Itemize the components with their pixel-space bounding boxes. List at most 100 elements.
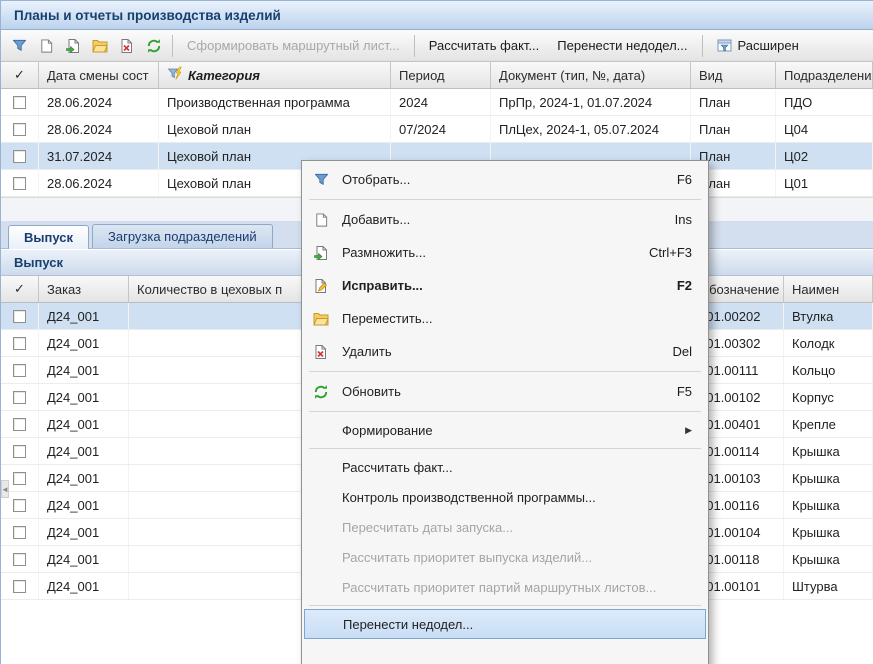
menu-separator [309,448,701,449]
table-cell: 28.06.2024 [39,89,159,115]
row-checkbox[interactable] [13,150,26,163]
tab-zagruzka-podrazdeleniy[interactable]: Загрузка подразделений [92,224,273,248]
table-cell: Д24_001 [39,411,129,437]
menu-item-label: Добавить... [338,212,410,227]
table-cell: 28.06.2024 [39,170,159,196]
filter-icon [304,172,338,187]
row-checkbox[interactable] [13,123,26,136]
extended-filter-icon [717,38,733,54]
menu-item-label: Отобрать... [338,172,410,187]
table-cell: План [691,89,776,115]
column-header-kind[interactable]: Вид [691,62,776,89]
context-menu-item[interactable]: Переместить... [304,302,706,335]
plans-table-row[interactable]: 28.06.2024Цеховой план07/2024ПлЦех, 2024… [1,116,873,143]
copy-document-icon [304,245,338,261]
open-folder-icon[interactable] [87,34,113,58]
column-header-order[interactable]: Заказ [39,276,129,303]
table-cell: Крепле [784,411,873,437]
context-menu-item[interactable]: Формирование▶ [304,415,706,445]
plans-table-header: ✓ Дата смены сост Категория Период Докум… [1,62,873,89]
menu-item-label: Обновить [338,384,401,399]
context-menu-item[interactable]: ОбновитьF5 [304,375,706,408]
toolbar-separator [172,35,173,57]
table-cell: 28.06.2024 [39,116,159,142]
menu-item-shortcut: Ctrl+F3 [649,245,692,260]
table-cell: Крышка [784,465,873,491]
table-cell: 31.07.2024 [39,143,159,169]
copy-document-icon[interactable] [60,34,86,58]
check-glyph: ✓ [14,67,25,83]
row-checkbox[interactable] [13,418,26,431]
table-cell: Производственная программа [159,89,391,115]
menu-item-shortcut: Del [672,344,692,359]
context-menu-item: Рассчитать приоритет партий маршрутных л… [304,572,706,602]
table-cell: Д24_001 [39,492,129,518]
menu-item-shortcut: F6 [677,172,692,187]
row-select-cell [1,143,39,169]
row-checkbox[interactable] [13,96,26,109]
menu-item-shortcut: F2 [677,278,692,293]
column-header-name[interactable]: Наимен [784,276,873,303]
context-menu-item[interactable]: Перенести недодел... [304,609,706,639]
menu-item-label: Переместить... [338,311,432,326]
row-checkbox[interactable] [13,499,26,512]
table-cell: Крышка [784,438,873,464]
tab-vypusk[interactable]: Выпуск [8,225,89,249]
context-menu-item[interactable]: Рассчитать факт... [304,452,706,482]
context-menu-item[interactable]: Удалить Del [304,335,706,368]
toolbar-button-label: Сформировать маршрутный лист... [187,38,400,53]
table-cell: Ц02 [776,143,873,169]
row-checkbox[interactable] [13,310,26,323]
context-menu-item: Рассчитать приоритет выпуска изделий... [304,542,706,572]
toolbar-separator [414,35,415,57]
context-menu-item[interactable]: Исправить...F2 [304,269,706,302]
menu-item-label: Удалить [338,344,392,359]
menu-separator [309,605,701,606]
column-header-period[interactable]: Период [391,62,491,89]
select-all-header[interactable]: ✓ [1,276,39,303]
row-checkbox[interactable] [13,526,26,539]
column-header-date[interactable]: Дата смены сост [39,62,159,89]
table-cell: ПлЦех, 2024-1, 05.07.2024 [491,116,691,142]
context-menu-item[interactable]: Контроль производственной программы... [304,482,706,512]
column-header-category[interactable]: Категория [159,62,391,89]
row-checkbox[interactable] [13,337,26,350]
row-checkbox[interactable] [13,391,26,404]
toolbar-button-0: Сформировать маршрутный лист... [178,34,409,58]
table-cell: Цеховой план [159,116,391,142]
plans-table-row[interactable]: 28.06.2024Производственная программа2024… [1,89,873,116]
row-select-cell [1,303,39,329]
menu-item-label: Размножить... [338,245,426,260]
row-checkbox[interactable] [13,472,26,485]
edit-document-icon [304,278,338,294]
new-document-icon[interactable] [33,34,59,58]
column-header-document[interactable]: Документ (тип, №, дата) [491,62,691,89]
row-checkbox[interactable] [13,553,26,566]
refresh-icon[interactable] [141,34,167,58]
row-checkbox[interactable] [13,177,26,190]
toolbar-button-1[interactable]: Рассчитать факт... [420,34,549,58]
menu-item-shortcut: Ins [675,212,692,227]
menu-item-label: Рассчитать факт... [338,460,453,475]
row-checkbox[interactable] [13,580,26,593]
select-all-header[interactable]: ✓ [1,62,39,89]
table-cell: Штурва [784,573,873,599]
filter-icon[interactable] [6,34,32,58]
row-select-cell [1,411,39,437]
row-select-cell [1,573,39,599]
table-cell: Колодк [784,330,873,356]
delete-document-icon[interactable] [114,34,140,58]
table-cell: Крышка [784,546,873,572]
toolbar-button-label: Перенести недодел... [557,38,687,53]
table-cell: 2024 [391,89,491,115]
toolbar-button-2[interactable]: Перенести недодел... [548,34,696,58]
context-menu-item[interactable]: Добавить... Ins [304,203,706,236]
row-checkbox[interactable] [13,445,26,458]
column-header-division[interactable]: Подразделения [776,62,873,89]
row-checkbox[interactable] [13,364,26,377]
context-menu-item[interactable]: Отобрать... F6 [304,163,706,196]
table-cell: Д24_001 [39,573,129,599]
collapse-panel-arrow[interactable]: ◄ [1,480,9,498]
context-menu-item[interactable]: Размножить... Ctrl+F3 [304,236,706,269]
toolbar-button-3[interactable]: Расширен [708,34,808,58]
